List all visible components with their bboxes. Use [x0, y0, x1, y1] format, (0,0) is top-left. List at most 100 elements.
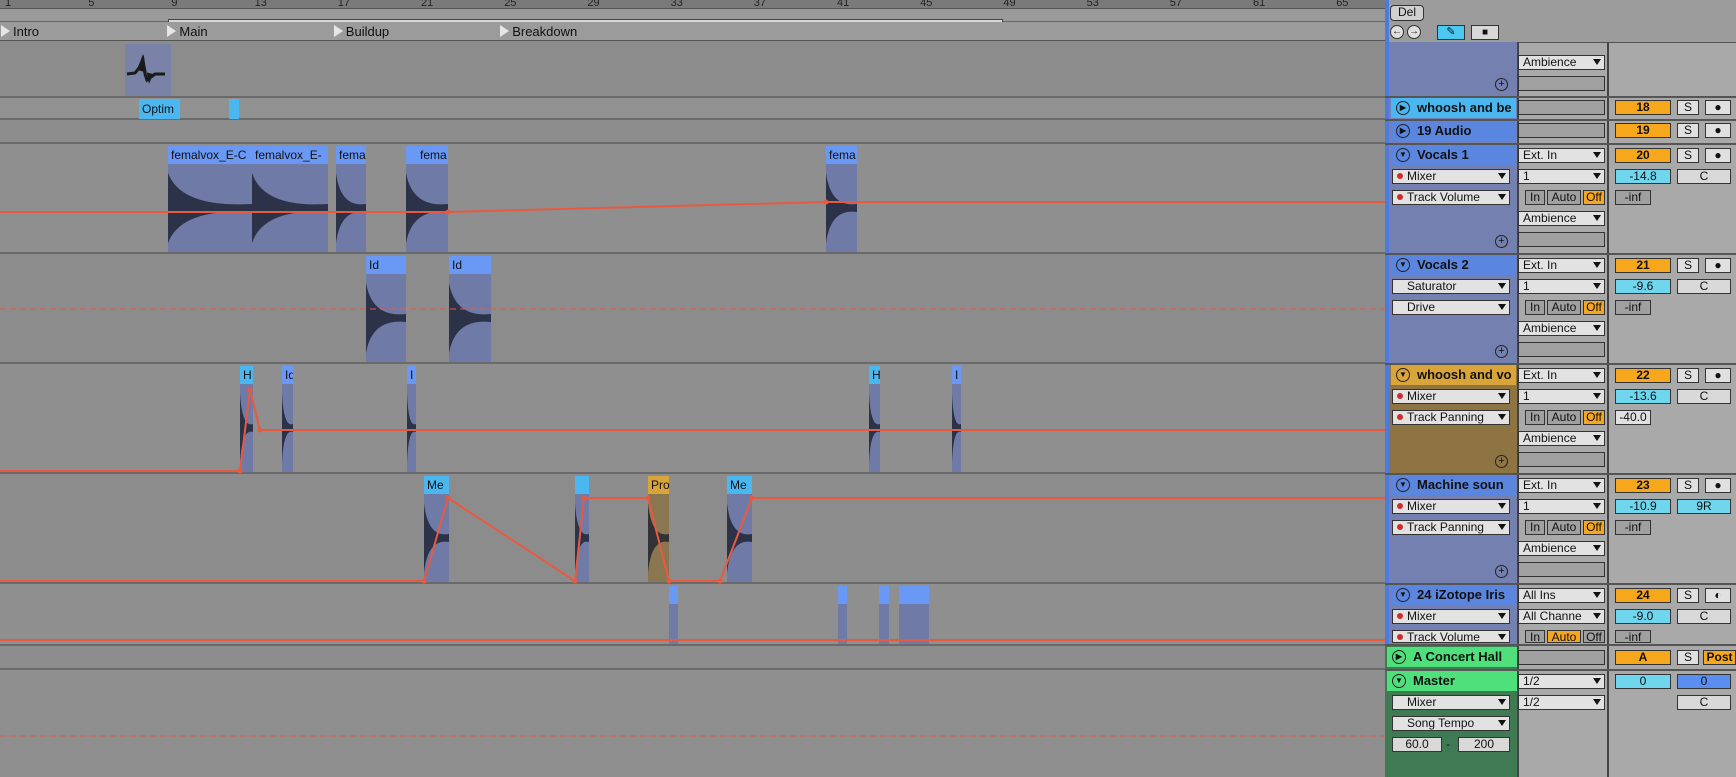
automation-param-select[interactable]: Drive	[1392, 300, 1510, 315]
value-field[interactable]: -40.0	[1615, 410, 1651, 425]
monitor-auto-button[interactable]: Auto	[1547, 520, 1581, 535]
monitor-off-button[interactable]: Off	[1583, 410, 1605, 425]
back-arrow-icon[interactable]: ←	[1390, 25, 1404, 39]
tempo-max-field[interactable]: 200	[1458, 737, 1510, 752]
midi-clip[interactable]	[899, 586, 929, 644]
audio-clip-machine-me2[interactable]: Me	[727, 476, 752, 582]
send-select[interactable]: Ambience	[1518, 55, 1605, 70]
fold-icon[interactable]: ▼	[1396, 258, 1410, 272]
solo-button[interactable]: S	[1677, 148, 1699, 163]
track-header-18[interactable]: ▶ whoosh and be	[1391, 98, 1516, 118]
send-select[interactable]: Ambience	[1518, 211, 1605, 226]
track-header-master[interactable]: ▼ Master	[1387, 671, 1517, 691]
input-type-select[interactable]: Ext. In	[1518, 148, 1605, 163]
solo-button[interactable]: S	[1677, 100, 1699, 115]
fold-icon[interactable]: ▼	[1396, 368, 1410, 382]
output-field[interactable]	[1518, 650, 1605, 665]
fold-icon[interactable]: ▶	[1392, 650, 1406, 664]
fold-icon[interactable]: ▶	[1396, 124, 1410, 138]
delete-button[interactable]: Del	[1390, 5, 1424, 21]
track-number[interactable]: 21	[1615, 258, 1671, 273]
audio-clip-vocal2-b[interactable]: Id	[449, 256, 491, 362]
lane-machine-sound[interactable]	[0, 474, 1385, 584]
fold-icon[interactable]: ▶	[1396, 101, 1410, 115]
add-lane-icon[interactable]: +	[1495, 345, 1508, 358]
arm-button[interactable]: ◐	[1705, 588, 1731, 603]
locator-breakdown[interactable]: Breakdown	[500, 24, 577, 39]
cue-volume-field[interactable]: 0	[1615, 674, 1671, 689]
arm-button[interactable]: ●	[1705, 368, 1731, 383]
track-header-19[interactable]: ▶ 19 Audio	[1391, 121, 1516, 141]
value-field[interactable]: -inf	[1615, 300, 1651, 315]
fold-icon[interactable]: ▼	[1396, 148, 1410, 162]
pan-field[interactable]: C	[1677, 169, 1731, 184]
track-header-vocals-1[interactable]: ▼ Vocals 1	[1391, 145, 1516, 165]
audio-clip-whoosh-i3[interactable]: I	[952, 366, 961, 472]
monitor-off-button[interactable]: Off	[1583, 300, 1605, 315]
track-number[interactable]: 19	[1615, 123, 1671, 138]
lane-vocals-2[interactable]	[0, 254, 1385, 364]
monitor-off-button[interactable]: Off	[1583, 520, 1605, 535]
monitor-in-button[interactable]: In	[1525, 190, 1545, 205]
audio-clip-fema-2[interactable]: fema	[406, 146, 448, 252]
track-headers-panel[interactable]: Del ← → ✎ ■ Ambience + ▶ whoosh and be 18…	[1385, 0, 1736, 777]
track-header-machine-sound[interactable]: ▼ Machine soun	[1391, 475, 1516, 495]
monitor-auto-button[interactable]: Auto	[1547, 630, 1581, 644]
pan-field[interactable]: C	[1677, 609, 1731, 624]
track-header-concert-hall[interactable]: ▶ A Concert Hall	[1387, 647, 1517, 667]
volume-field[interactable]: -14.8	[1615, 169, 1671, 184]
add-send-icon[interactable]: +	[1495, 78, 1508, 91]
monitor-auto-button[interactable]: Auto	[1547, 190, 1581, 205]
input-type-select[interactable]: Ext. In	[1518, 368, 1605, 383]
lane-19-audio[interactable]	[0, 120, 1385, 144]
send-knob-field[interactable]	[1518, 452, 1605, 467]
volume-field[interactable]: -10.9	[1615, 499, 1671, 514]
input-channel-select[interactable]: 1	[1518, 499, 1605, 514]
monitor-in-button[interactable]: In	[1525, 630, 1545, 644]
send-select[interactable]: Ambience	[1518, 321, 1605, 336]
beat-time-ruler[interactable]: 1 5 9 13 17 21 25 29 33 37 41 45 49 53 57 61 65	[0, 0, 1385, 9]
draw-mode-icon[interactable]: ✎	[1437, 25, 1465, 40]
track-header-whoosh-vo[interactable]: ▼ whoosh and vo	[1391, 365, 1516, 385]
fold-icon[interactable]: ▼	[1396, 478, 1410, 492]
io-field[interactable]	[1518, 100, 1605, 115]
input-channel-select[interactable]: 1	[1518, 169, 1605, 184]
solo-button[interactable]: S	[1677, 258, 1699, 273]
arrangement-view[interactable]: 1 5 9 13 17 21 25 29 33 37 41 45 49 53 57 61 65 Intro Mai…	[0, 0, 1385, 777]
post-button[interactable]: Post	[1703, 650, 1736, 665]
audio-clip-femalvox-1[interactable]: femalvox_E-C	[168, 146, 252, 252]
monitor-auto-button[interactable]: Auto	[1547, 300, 1581, 315]
send-select[interactable]: Ambience	[1518, 431, 1605, 446]
return-letter[interactable]: A	[1615, 650, 1671, 665]
lane-master[interactable]	[0, 670, 1385, 777]
audio-clip-whoosh-i2[interactable]: I	[407, 366, 416, 472]
midi-clip[interactable]	[669, 586, 678, 644]
add-lane-icon[interactable]: +	[1495, 565, 1508, 578]
automation-device-select[interactable]: Mixer	[1392, 499, 1510, 514]
solo-button[interactable]: S	[1677, 368, 1699, 383]
track-header-izotope-iris[interactable]: ▼ 24 iZotope Iris	[1391, 585, 1516, 605]
track-number[interactable]: 22	[1615, 368, 1671, 383]
audio-clip-machine-me1[interactable]: Me	[424, 476, 449, 582]
lock-icon[interactable]: ■	[1471, 25, 1499, 40]
input-channel-select[interactable]: 1	[1518, 279, 1605, 294]
solo-button[interactable]: S	[1677, 478, 1699, 493]
forward-arrow-icon[interactable]: →	[1407, 25, 1421, 39]
automation-param-select[interactable]: Track Volume	[1392, 190, 1510, 205]
arm-button[interactable]: ●	[1705, 478, 1731, 493]
add-lane-icon[interactable]: +	[1495, 455, 1508, 468]
track-number[interactable]: 20	[1615, 148, 1671, 163]
audio-clip-machine-pro[interactable]: Pro	[648, 476, 669, 582]
monitor-off-button[interactable]: Off	[1583, 190, 1605, 205]
input-channel-select[interactable]: All Channe	[1518, 609, 1605, 624]
arm-button[interactable]: ●	[1705, 148, 1731, 163]
locator-bar[interactable]: Intro Main Buildup Breakdown	[0, 22, 1385, 41]
automation-device-select[interactable]: Mixer	[1392, 389, 1510, 404]
send-knob-field[interactable]	[1518, 342, 1605, 357]
fold-icon[interactable]: ▼	[1392, 674, 1406, 688]
send-knob-field[interactable]	[1518, 562, 1605, 577]
audio-clip[interactable]	[575, 476, 589, 582]
midi-clip[interactable]	[879, 586, 889, 644]
pan-field[interactable]: 9R	[1677, 499, 1731, 514]
pan-field[interactable]: C	[1677, 695, 1731, 710]
